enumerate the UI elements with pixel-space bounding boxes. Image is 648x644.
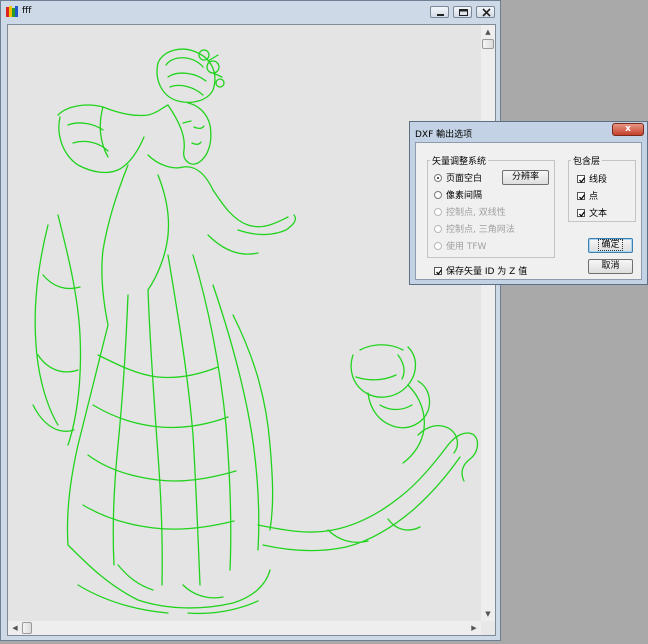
minimize-button[interactable] [430, 6, 449, 18]
group-layers-label: 包含层 [571, 154, 603, 167]
horizontal-scrollbar[interactable]: ◀ ▶ [8, 621, 481, 635]
main-window: fff ▲ ▼ ◀ ▶ [0, 0, 501, 641]
close-icon [482, 8, 491, 17]
radio-icon [434, 190, 442, 199]
dialog-close-button[interactable]: x [612, 123, 644, 136]
radio-page-blank[interactable]: 页面空白 [434, 171, 482, 184]
horizontal-scroll-thumb[interactable] [22, 622, 32, 634]
resolution-button[interactable]: 分辨率 [502, 170, 549, 185]
checkbox-checked-icon [577, 208, 585, 217]
checkbox-text[interactable]: 文本 [577, 206, 607, 219]
scroll-down-arrow-icon[interactable]: ▼ [481, 607, 495, 621]
checkbox-line-segments[interactable]: 线段 [577, 172, 607, 185]
ok-button[interactable]: 确定 [588, 238, 633, 253]
vertical-scrollbar[interactable]: ▲ ▼ [481, 25, 495, 621]
radio-use-tfw-label: 使用 TFW [446, 242, 487, 252]
cancel-button[interactable]: 取消 [588, 259, 633, 274]
radio-pixel-spacing[interactable]: 像素间隔 [434, 188, 482, 201]
scroll-up-arrow-icon[interactable]: ▲ [481, 25, 495, 39]
checkbox-save-vector-id-label: 保存矢量 ID 为 Z 值 [446, 267, 528, 277]
radio-use-tfw: 使用 TFW [434, 239, 486, 252]
radio-control-bilinear-label: 控制点, 双线性 [446, 208, 506, 218]
maximize-icon [459, 9, 468, 16]
app-icon [6, 6, 18, 17]
scroll-left-arrow-icon[interactable]: ◀ [8, 621, 22, 635]
checkbox-points-label: 点 [589, 192, 599, 202]
close-button[interactable] [476, 6, 495, 18]
checkbox-save-vector-id[interactable]: 保存矢量 ID 为 Z 值 [434, 264, 527, 277]
radio-page-blank-label: 页面空白 [446, 174, 483, 184]
radio-pixel-spacing-label: 像素间隔 [446, 191, 483, 201]
vector-drawing [32, 48, 479, 615]
radio-selected-icon [434, 173, 442, 182]
close-icon: x [625, 124, 631, 134]
checkbox-line-segments-label: 线段 [589, 175, 608, 185]
ok-button-label: 确定 [598, 239, 623, 251]
radio-icon [434, 241, 442, 250]
checkbox-checked-icon [434, 266, 442, 275]
checkbox-checked-icon [577, 191, 585, 200]
drawing-canvas[interactable]: ▲ ▼ ◀ ▶ [7, 24, 496, 636]
dxf-output-dialog: DXF 輸出选项 x 矢量调整系统 页面空白 像素间隔 控制点, 双线性 控制点… [409, 121, 648, 285]
radio-icon [434, 224, 442, 233]
scroll-right-arrow-icon[interactable]: ▶ [467, 621, 481, 635]
radio-control-triangulation-label: 控制点, 三角网法 [446, 225, 515, 235]
checkbox-points[interactable]: 点 [577, 189, 598, 202]
radio-icon [434, 207, 442, 216]
radio-control-bilinear: 控制点, 双线性 [434, 205, 506, 218]
checkbox-text-label: 文本 [589, 209, 608, 219]
maximize-button[interactable] [453, 6, 472, 18]
minimize-icon [437, 14, 444, 16]
group-vector-adjust-label: 矢量调整系统 [430, 154, 489, 167]
dialog-title: DXF 輸出选项 [415, 130, 473, 140]
vertical-scroll-thumb[interactable] [482, 39, 494, 49]
checkbox-checked-icon [577, 174, 585, 183]
scroll-corner [481, 621, 495, 635]
window-title: fff [22, 6, 32, 16]
title-bar[interactable]: fff [1, 1, 500, 23]
radio-control-triangulation: 控制点, 三角网法 [434, 222, 515, 235]
dialog-body: 矢量调整系统 页面空白 像素间隔 控制点, 双线性 控制点, 三角网法 使用 T… [415, 142, 642, 280]
